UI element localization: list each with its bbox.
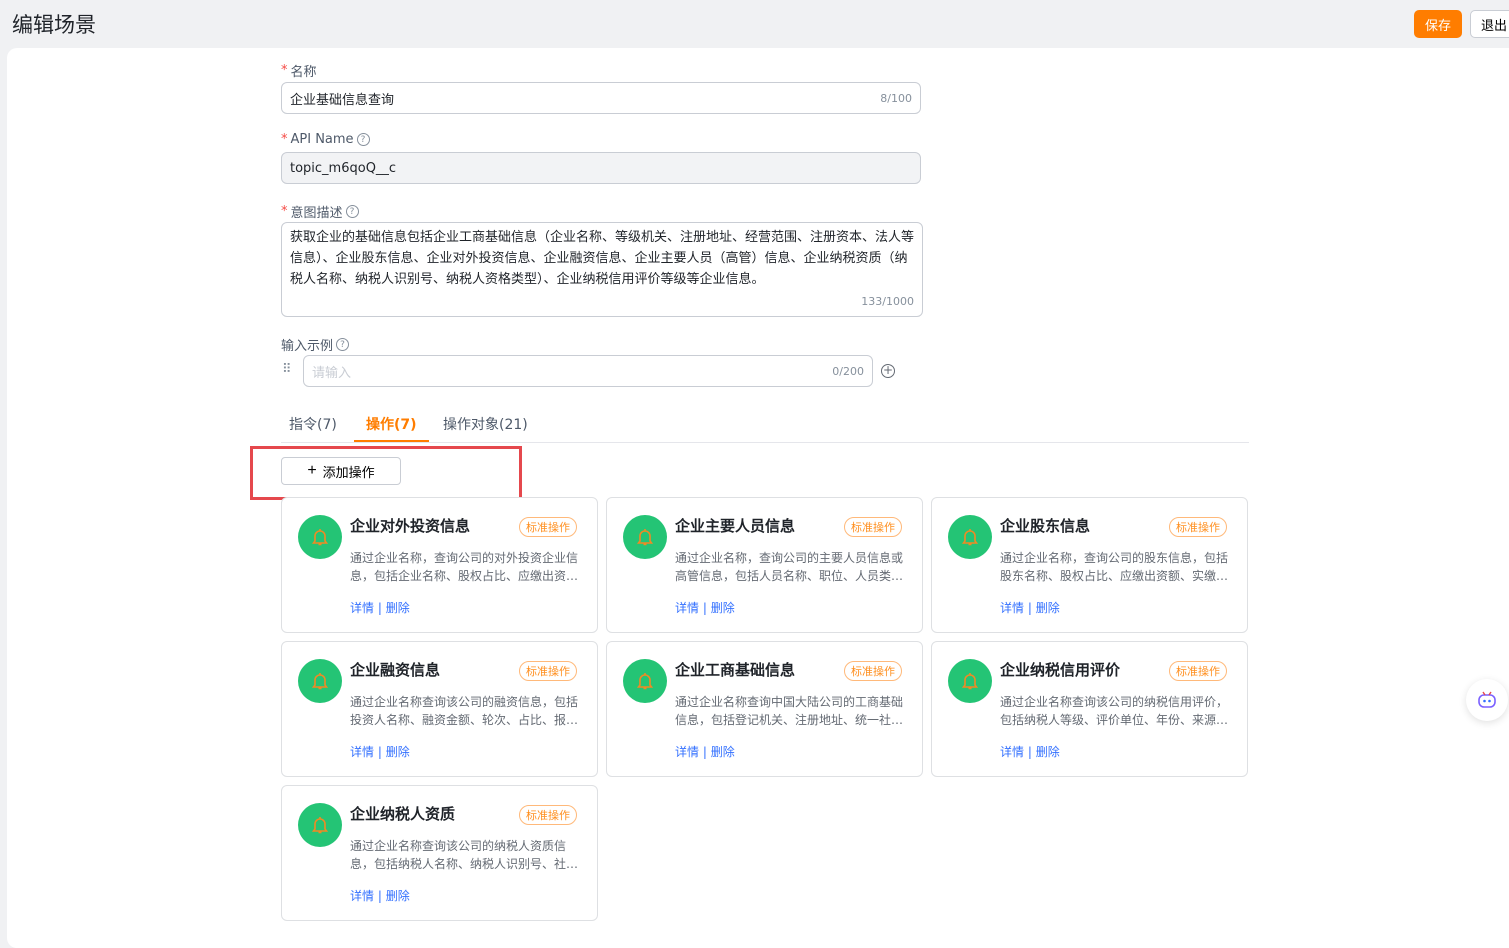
detail-link[interactable]: 详情	[675, 601, 699, 615]
help-icon[interactable]: ?	[336, 338, 350, 351]
name-input[interactable]: 企业基础信息查询 8/100	[281, 82, 921, 114]
card-title: 企业主要人员信息	[675, 517, 796, 535]
card-description: 通过企业名称查询该公司的纳税人资质信息，包括纳税人名称、纳税人识别号、社会信用代…	[350, 839, 579, 871]
intent-textarea[interactable]: 获取企业的基础信息包括企业工商基础信息（企业名称、等级机关、注册地址、经营范围、…	[281, 222, 923, 317]
example-count: 0/200	[832, 364, 864, 378]
bell-icon	[298, 803, 342, 847]
card-title: 企业工商基础信息	[675, 661, 796, 679]
delete-link[interactable]: 删除	[1036, 601, 1060, 615]
tab-operations[interactable]: 操作(7)	[354, 414, 428, 442]
intent-label-text: 意图描述	[290, 206, 343, 221]
detail-link[interactable]: 详情	[350, 745, 374, 759]
bell-icon	[298, 659, 342, 703]
page-title: 编辑场景	[12, 13, 96, 37]
card-title: 企业对外投资信息	[350, 517, 471, 535]
detail-link[interactable]: 详情	[1000, 601, 1024, 615]
detail-link[interactable]: 详情	[350, 601, 374, 615]
save-button[interactable]: 保存	[1414, 10, 1462, 38]
delete-link[interactable]: 删除	[1036, 745, 1060, 759]
example-placeholder: 请输入	[312, 365, 352, 381]
operation-card[interactable]: 企业股东信息 标准操作 通过企业名称，查询公司的股东信息，包括股东名称、股权占比…	[931, 497, 1248, 633]
drag-handle-icon[interactable]: ⠿	[282, 362, 292, 377]
help-icon[interactable]: ?	[356, 133, 370, 146]
bell-icon	[298, 515, 342, 559]
detail-link[interactable]: 详情	[1000, 745, 1024, 759]
standard-tag: 标准操作	[1169, 661, 1227, 681]
card-title: 企业纳税人资质	[350, 805, 456, 823]
operation-card[interactable]: 企业纳税人资质 标准操作 通过企业名称查询该公司的纳税人资质信息，包括纳税人名称…	[281, 785, 598, 921]
bell-icon	[623, 515, 667, 559]
standard-tag: 标准操作	[519, 517, 577, 537]
name-value: 企业基础信息查询	[290, 92, 395, 108]
assistant-bot-icon[interactable]	[1466, 679, 1508, 721]
detail-link[interactable]: 详情	[350, 889, 374, 903]
name-count: 8/100	[880, 91, 912, 105]
card-title: 企业股东信息	[1000, 517, 1091, 535]
card-title: 企业纳税信用评价	[1000, 661, 1121, 679]
delete-link[interactable]: 删除	[711, 745, 735, 759]
standard-tag: 标准操作	[844, 661, 902, 681]
standard-tag: 标准操作	[1169, 517, 1227, 537]
card-description: 通过企业名称查询该公司的纳税信用评价，包括纳税人等级、评价单位、年份、来源等信息	[1000, 695, 1229, 727]
add-example-icon[interactable]: +	[881, 364, 895, 378]
add-operation-button[interactable]: + 添加操作	[281, 457, 401, 485]
operation-card[interactable]: 企业工商基础信息 标准操作 通过企业名称查询中国大陆公司的工商基础信息，包括登记…	[606, 641, 923, 777]
standard-tag: 标准操作	[844, 517, 902, 537]
operation-card[interactable]: 企业对外投资信息 标准操作 通过企业名称，查询公司的对外投资企业信息，包括企业名…	[281, 497, 598, 633]
delete-link[interactable]: 删除	[386, 889, 410, 903]
card-description: 通过企业名称查询中国大陆公司的工商基础信息，包括登记机关、注册地址、统一社会信用…	[675, 695, 904, 727]
intent-count: 133/1000	[861, 295, 914, 308]
operation-card[interactable]: 企业融资信息 标准操作 通过企业名称查询该公司的融资信息，包括投资人名称、融资金…	[281, 641, 598, 777]
operation-card[interactable]: 企业纳税信用评价 标准操作 通过企业名称查询该公司的纳税信用评价，包括纳税人等级…	[931, 641, 1248, 777]
standard-tag: 标准操作	[519, 805, 577, 825]
card-description: 通过企业名称，查询公司的对外投资企业信息，包括企业名称、股权占比、应缴出资额等信…	[350, 551, 579, 583]
name-label: * 名称	[281, 63, 317, 80]
standard-tag: 标准操作	[519, 661, 577, 681]
api-name-input: topic_m6qoQ__c	[281, 152, 921, 184]
card-description: 通过企业名称，查询公司的主要人员信息或高管信息，包括人员名称、职位、人员类型等信…	[675, 551, 904, 583]
delete-link[interactable]: 删除	[386, 601, 410, 615]
delete-link[interactable]: 删除	[711, 601, 735, 615]
example-label-text: 输入示例	[281, 339, 334, 354]
tab-instructions[interactable]: 指令(7)	[289, 414, 337, 434]
api-label-text: API Name	[290, 132, 354, 147]
bell-icon	[948, 659, 992, 703]
card-title: 企业融资信息	[350, 661, 441, 679]
example-input[interactable]: 请输入 0/200	[303, 355, 873, 387]
intent-value: 获取企业的基础信息包括企业工商基础信息（企业名称、等级机关、注册地址、经营范围、…	[290, 230, 915, 287]
help-icon[interactable]: ?	[345, 205, 359, 218]
card-description: 通过企业名称查询该公司的融资信息，包括投资人名称、融资金额、轮次、占比、报道时间…	[350, 695, 579, 727]
tab-operation-objects[interactable]: 操作对象(21)	[443, 414, 528, 434]
exit-button[interactable]: 退出	[1470, 10, 1509, 38]
add-operation-label: 添加操作	[322, 464, 375, 480]
plus-icon: +	[307, 462, 317, 479]
api-name-label: * API Name?	[281, 132, 370, 147]
name-label-text: 名称	[290, 65, 317, 80]
example-label: 输入示例?	[281, 335, 350, 354]
operation-card[interactable]: 企业主要人员信息 标准操作 通过企业名称，查询公司的主要人员信息或高管信息，包括…	[606, 497, 923, 633]
bell-icon	[623, 659, 667, 703]
delete-link[interactable]: 删除	[386, 745, 410, 759]
intent-label: * 意图描述?	[281, 202, 359, 221]
api-value: topic_m6qoQ__c	[290, 160, 397, 176]
detail-link[interactable]: 详情	[675, 745, 699, 759]
card-description: 通过企业名称，查询公司的股东信息，包括股东名称、股权占比、应缴出资额、实缴出资额…	[1000, 551, 1229, 583]
tabs: 指令(7) 操作(7) 操作对象(21)	[281, 412, 1249, 443]
bell-icon	[948, 515, 992, 559]
